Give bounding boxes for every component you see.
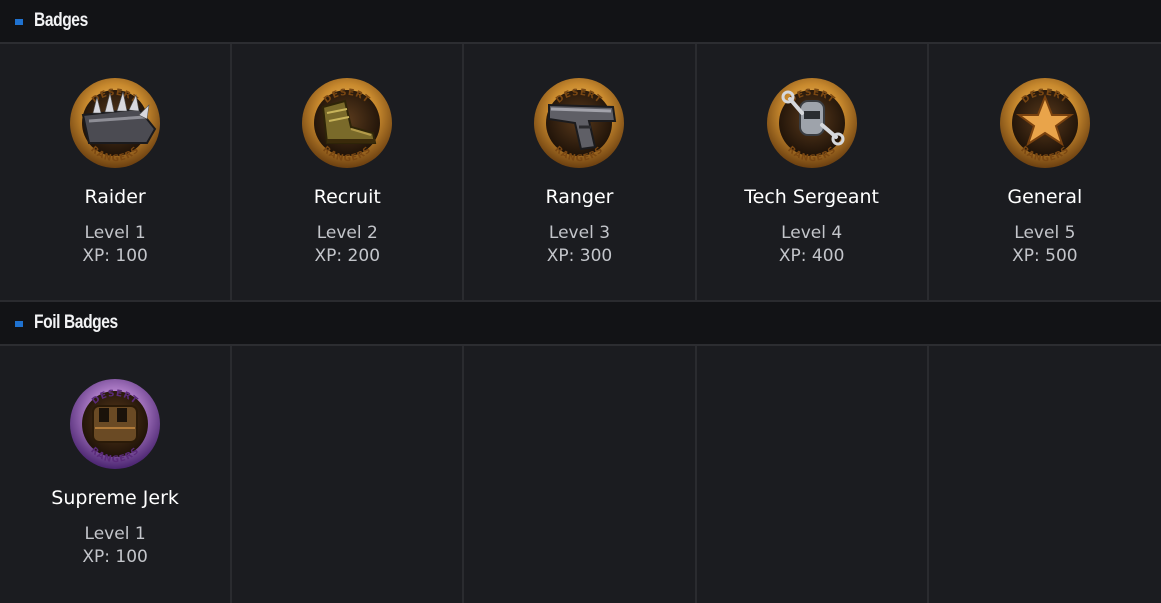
badge-level: Level 1	[84, 223, 146, 243]
foil-badges-grid: DESERT RANGERS Supreme Jerk Level 1 XP: …	[0, 346, 1161, 603]
badge-name: Supreme Jerk	[51, 487, 179, 509]
badges-section-header: Badges	[0, 0, 1161, 44]
pistol-badge-icon: DESERT RANGERS	[534, 78, 625, 168]
badge-card[interactable]: DESERT RANGERS Recruit Level 2 XP: 200	[232, 44, 465, 302]
badge-card[interactable]: DESERT RANGERS Raider Level 1 XP: 100	[0, 44, 233, 302]
foil-badges-section-header: Foil Badges	[0, 302, 1161, 346]
boot-badge-icon: DESERT RANGERS	[302, 78, 393, 168]
section-title: Foil Badges	[34, 312, 118, 333]
toaster-foil-badge-icon: DESERT RANGERS	[70, 379, 161, 469]
badge-card[interactable]: DESERT RANGERS Tech Sergeant Level 4 XP:…	[696, 44, 929, 302]
badge-card[interactable]: DESERT RANGERS Ranger Level 3 XP: 300	[464, 44, 697, 302]
badges-grid: DESERT RANGERS Raider Level 1 XP: 100 DE…	[0, 44, 1161, 302]
badge-name: Ranger	[545, 186, 614, 208]
badge-xp: XP: 100	[82, 547, 148, 567]
empty-badge-slot	[696, 346, 929, 603]
section-marker-icon	[15, 19, 23, 25]
empty-badge-slot	[928, 346, 1161, 603]
badge-level: Level 4	[781, 223, 843, 243]
badge-level: Level 1	[84, 524, 146, 544]
spiked-glove-badge-icon: DESERT RANGERS	[70, 78, 161, 168]
empty-badge-slot	[464, 346, 697, 603]
badge-level: Level 3	[548, 223, 611, 243]
badge-name: Tech Sergeant	[744, 186, 880, 208]
badge-name: Recruit	[313, 186, 381, 208]
robot-wrench-badge-icon: DESERT RANGERS	[766, 78, 857, 168]
empty-badge-slot	[232, 346, 465, 603]
badge-card[interactable]: DESERT RANGERS General Level 5 XP: 500	[928, 44, 1161, 302]
badge-xp: XP: 500	[1012, 246, 1078, 266]
badge-name: Raider	[84, 186, 146, 208]
badge-xp: XP: 300	[546, 246, 613, 266]
badge-name: General	[1007, 186, 1083, 208]
badge-level: Level 2	[316, 223, 378, 243]
section-marker-icon	[15, 321, 23, 327]
star-badge-icon: DESERT RANGERS	[999, 78, 1090, 168]
badge-xp: XP: 400	[778, 246, 845, 266]
badge-xp: XP: 100	[82, 246, 148, 266]
badge-card[interactable]: DESERT RANGERS Supreme Jerk Level 1 XP: …	[0, 346, 233, 603]
badge-xp: XP: 200	[314, 246, 381, 266]
badge-level: Level 5	[1014, 223, 1076, 243]
section-title: Badges	[34, 10, 88, 31]
